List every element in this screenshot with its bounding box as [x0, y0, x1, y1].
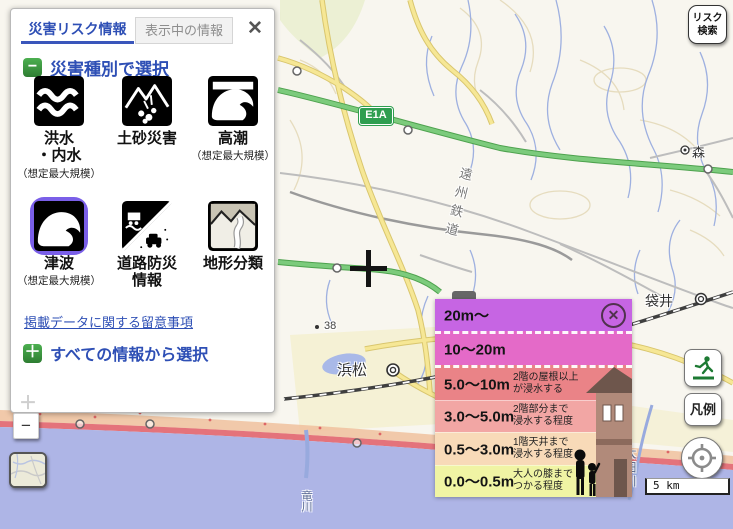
gps-locate-button[interactable]: [681, 437, 723, 479]
hazard-type-tsunami[interactable]: 津波 （想定最大規模）: [17, 201, 101, 288]
legend-label: 10～20m: [444, 339, 506, 360]
minimap-thumbnail: [11, 454, 47, 488]
map-label-mori: 森: [692, 142, 705, 161]
landslide-icon: [122, 76, 172, 126]
tsunami-depth-legend: 20m～ ✕ 10～20m 5.0～10m 2階の屋根以上が浸水する 3.0～5…: [435, 299, 632, 497]
gps-crosshair-icon: [687, 443, 717, 473]
legend-label: 5.0～10m: [444, 373, 510, 394]
legend-row: 0.0～0.5m 大人の膝までつかる程度: [435, 465, 632, 498]
risk-search-label: リスク: [693, 13, 723, 24]
tsunami-icon: [34, 201, 84, 251]
collapse-minus-icon[interactable]: −: [23, 58, 42, 77]
legend-row: 10～20m: [435, 331, 632, 366]
legend-label: 0.0～0.5m: [444, 471, 514, 492]
evacuation-person-icon: [689, 354, 717, 382]
legend-label: 20m～: [444, 304, 489, 325]
legend-close-button[interactable]: ✕: [601, 303, 626, 328]
hazard-type-landslide[interactable]: 土砂災害: [105, 76, 189, 148]
road-disaster-icon: [122, 201, 172, 251]
legend-toggle-button[interactable]: 凡例: [684, 393, 722, 426]
legend-label: 3.0～5.0m: [444, 406, 514, 427]
legend-desc: 大人の膝までつかる程度: [513, 469, 573, 493]
legend-label: 0.5～3.0m: [444, 438, 514, 459]
map-label-elevation-38: 38: [324, 320, 336, 332]
landform-icon: [208, 201, 258, 251]
legend-desc: 2階の屋根以上が浸水する: [513, 372, 579, 396]
hazard-type-storm-surge[interactable]: 高潮 （想定最大規模）: [191, 76, 275, 163]
evacuation-site-button[interactable]: [684, 349, 722, 387]
hazard-type-landform[interactable]: 地形分類: [191, 201, 275, 273]
section-title: すべての情報から選択: [50, 341, 208, 365]
panel-close-icon[interactable]: ✕: [244, 18, 266, 40]
legend-row: 3.0～5.0m 2階部分まで浸水する程度: [435, 400, 632, 433]
risk-search-label: 検索: [698, 26, 718, 37]
data-notes-link[interactable]: 掲載データに関する留意事項: [24, 312, 193, 331]
legend-desc: 2階部分まで浸水する程度: [513, 404, 573, 428]
expressway-shield-e1a: E1A: [359, 107, 393, 125]
tab-displayed-info[interactable]: 表示中の情報: [135, 17, 233, 44]
storm-surge-icon: [208, 76, 258, 126]
map-scale-bar: 5 km: [645, 478, 730, 495]
tab-disaster-risk-info[interactable]: 災害リスク情報: [21, 16, 134, 44]
map-label-fukuroi: 袋井: [645, 291, 673, 311]
flood-icon: [34, 76, 84, 126]
overview-minimap-button[interactable]: [9, 452, 47, 488]
risk-search-button[interactable]: リスク 検索: [688, 5, 727, 44]
map-label-ryu-river: 竜川: [298, 490, 314, 512]
zoom-in-button[interactable]: ＋: [19, 389, 37, 415]
hazard-map-app: 森 袋井 浜松 38 遠州鉄道 太田川 竜川 E1A 20m～ ✕ 10～20m…: [0, 0, 733, 529]
section-select-from-all[interactable]: ＋ すべての情報から選択: [23, 341, 208, 365]
hazard-type-flood[interactable]: 洪水・内水 （想定最大規模）: [17, 76, 101, 181]
legend-row: 5.0～10m 2階の屋根以上が浸水する: [435, 365, 632, 400]
hazard-type-road-disaster[interactable]: 道路防災情報: [105, 201, 189, 291]
map-label-hamamatsu: 浜松: [337, 359, 367, 380]
legend-desc: 1階天井まで浸水する程度: [513, 437, 573, 461]
disaster-risk-panel: 災害リスク情報 表示中の情報 ✕ − 災害種別で選択 洪水・内水 （想定最大規模…: [10, 8, 275, 413]
zoom-out-button[interactable]: −: [13, 413, 39, 439]
legend-row: 0.5～3.0m 1階天井まで浸水する程度: [435, 432, 632, 465]
legend-row: 20m～ ✕: [435, 299, 632, 331]
map-crosshair: [366, 250, 371, 287]
expand-plus-icon[interactable]: ＋: [23, 344, 42, 363]
